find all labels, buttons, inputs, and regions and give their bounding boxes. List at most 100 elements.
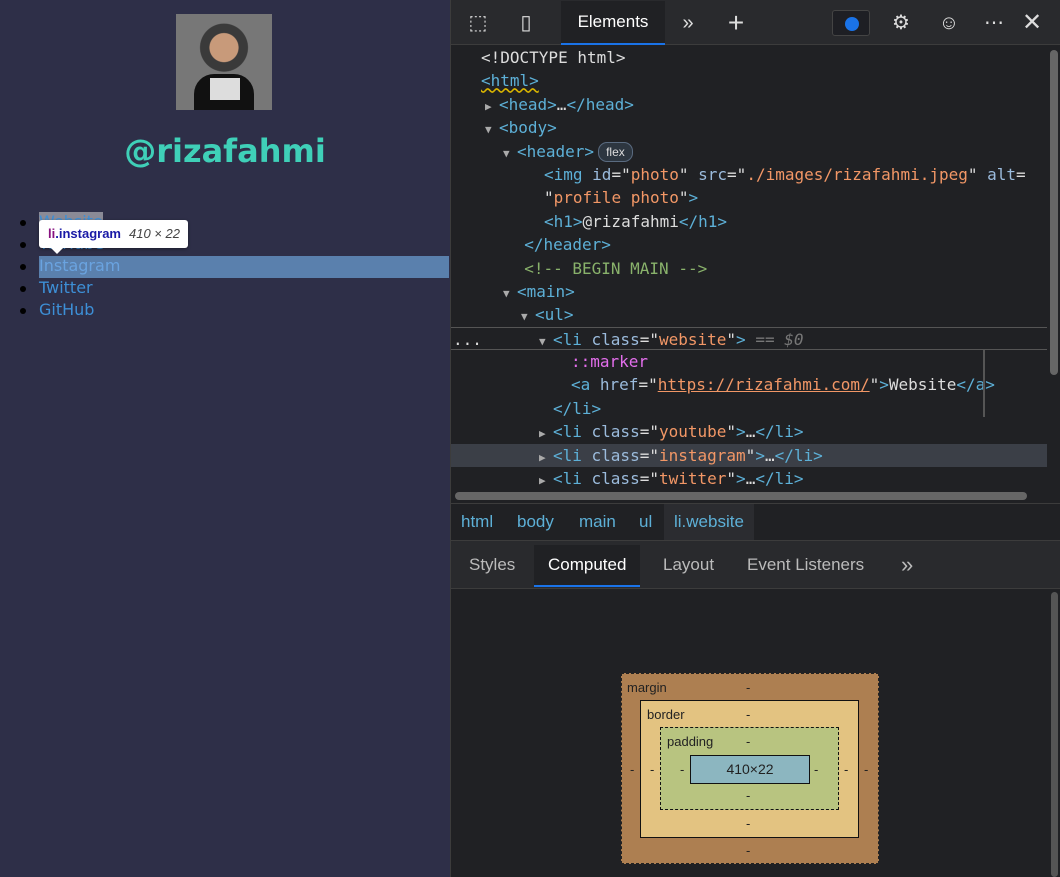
close-icon[interactable]: ✕	[1019, 10, 1045, 36]
code-token: ./images/rizafahmi.jpeg	[746, 164, 968, 184]
dom-node-line[interactable]: <!DOCTYPE html>	[451, 46, 1047, 69]
margin-bottom: -	[746, 843, 751, 858]
code-token: id	[592, 164, 612, 184]
dom-node-line[interactable]: </li>	[451, 397, 1047, 420]
code-token: alt	[987, 164, 1017, 184]
tab-computed[interactable]: Computed	[534, 545, 641, 587]
dom-node-line[interactable]: ▼ <body>	[451, 116, 1047, 139]
code-token: website	[658, 329, 727, 349]
code-token[interactable]: https://rizafahmi.com/	[658, 375, 870, 394]
breadcrumb: html body main ul li.website	[451, 503, 1060, 541]
link-github[interactable]: GitHub	[20, 300, 449, 322]
node-actions-ellipsis[interactable]: ...	[453, 328, 482, 351]
computed-scrollbar[interactable]	[1051, 592, 1058, 877]
code-token: @rizafahmi	[582, 211, 679, 231]
expand-triangle-icon[interactable]: ▶	[539, 469, 553, 492]
breadcrumb-ul[interactable]: ul	[629, 504, 662, 540]
code-token: Website	[888, 375, 957, 395]
dom-node-line[interactable]: ▶ <head>…</head>	[451, 93, 1047, 116]
collapse-triangle-icon[interactable]: ▼	[521, 305, 535, 328]
code-token: >	[879, 375, 889, 395]
code-token: </h1>	[678, 211, 728, 231]
collapse-triangle-icon[interactable]: ▼	[503, 282, 517, 305]
issues-icon	[845, 17, 859, 31]
dom-node-line[interactable]: ▼ <main>	[451, 280, 1047, 303]
dom-node-line[interactable]: ::marker	[451, 350, 1047, 373]
code-token: </header>	[524, 235, 611, 255]
dom-node-line[interactable]: ▼ <ul>	[451, 303, 1047, 326]
breadcrumb-main[interactable]: main	[569, 504, 626, 540]
dom-node-line[interactable]: <!-- BEGIN MAIN -->	[451, 257, 1047, 280]
code-token: "	[726, 422, 737, 442]
code-token: ="	[638, 375, 658, 395]
dom-node-line[interactable]: <a href="https://rizafahmi.com/">Website…	[451, 373, 1047, 396]
code-token: </li>	[553, 398, 602, 418]
dom-node-line[interactable]: <h1>@rizafahmi</h1>	[451, 210, 1047, 233]
dom-horizontal-scrollbar[interactable]	[455, 492, 1027, 500]
tooltip-class: .instagram	[55, 226, 121, 241]
tab-styles[interactable]: Styles	[455, 545, 529, 585]
code-token: "	[726, 329, 737, 349]
add-tab-icon[interactable]: +	[723, 9, 749, 37]
collapse-triangle-icon[interactable]: ▼	[503, 142, 517, 165]
code-token: photo	[630, 164, 679, 184]
breadcrumb-html[interactable]: html	[451, 504, 503, 540]
code-token: <a	[571, 375, 600, 395]
settings-icon[interactable]: ⚙	[888, 10, 914, 36]
tab-elements[interactable]: Elements	[561, 1, 665, 45]
dom-node-line[interactable]: ▶ <li class="youtube">…</li>	[451, 420, 1047, 443]
code-token: "	[544, 188, 554, 208]
code-token: twitter	[658, 469, 727, 489]
code-token: href	[599, 375, 639, 395]
code-token: $0	[784, 329, 804, 349]
devtools-toolbar: ⬚ ▯ Elements » + ⚙ ☺ ⋯ ✕	[451, 0, 1060, 45]
code-token: <li	[553, 422, 592, 442]
code-token: ="	[639, 469, 659, 489]
code-token: <ul>	[535, 305, 574, 325]
border-right: -	[844, 762, 849, 777]
collapse-triangle-icon[interactable]: ▼	[485, 118, 499, 141]
code-token: </a>	[956, 375, 995, 395]
code-token: class	[591, 422, 640, 442]
breadcrumb-body[interactable]: body	[507, 504, 564, 540]
dom-tree: <!DOCTYPE html> <html> ▶ <head>…</head> ▼ <bo…	[451, 46, 1047, 488]
dom-node-line[interactable]: ▼ <header> flex	[451, 140, 1047, 163]
more-panels-icon[interactable]: »	[887, 545, 927, 585]
dom-vertical-scrollbar[interactable]	[1050, 50, 1058, 375]
breadcrumb-li-website[interactable]: li.website	[664, 504, 754, 540]
dom-node-line[interactable]: ▶ <li class="instagram">…</li>	[451, 443, 1047, 469]
tab-event-listeners[interactable]: Event Listeners	[733, 545, 878, 585]
code-token: ="	[639, 422, 659, 442]
expand-triangle-icon[interactable]: ▶	[539, 446, 553, 469]
flex-badge[interactable]: flex	[598, 141, 633, 162]
inspect-icon[interactable]: ⬚	[465, 10, 491, 36]
code-token: "	[869, 375, 880, 395]
code-token: class	[591, 469, 640, 489]
dom-node-line[interactable]: <html>	[451, 69, 1047, 92]
link-twitter[interactable]: Twitter	[20, 278, 449, 300]
expand-triangle-icon[interactable]: ▶	[539, 422, 553, 445]
more-tabs-icon[interactable]: »	[675, 10, 701, 36]
code-token: >	[688, 188, 699, 208]
margin-top: -	[746, 680, 751, 695]
code-token: class	[591, 445, 640, 465]
dom-node-line[interactable]: ... ▼ <li class="website"> == $0	[451, 326, 1047, 351]
dom-node-line[interactable]: </header>	[451, 233, 1047, 256]
more-icon[interactable]: ⋯	[981, 10, 1007, 36]
box-content[interactable]: 410×22	[690, 755, 810, 784]
dom-node-line[interactable]: ▶ <li class="twitter">…</li>	[451, 467, 1047, 490]
code-token: profile photo	[553, 188, 679, 208]
expand-triangle-icon[interactable]: ▶	[485, 95, 499, 118]
dom-node-line[interactable]: <img id="photo" src="./images/rizafahmi.…	[451, 163, 1047, 186]
link-instagram[interactable]: Instagram	[20, 256, 449, 278]
padding-right: -	[814, 762, 819, 777]
tab-layout[interactable]: Layout	[649, 545, 728, 585]
feedback-icon[interactable]: ☺	[936, 10, 962, 36]
device-icon[interactable]: ▯	[513, 10, 539, 36]
code-token: <!DOCTYPE html>	[481, 48, 626, 67]
code-token: <main>	[517, 281, 575, 301]
border-top: -	[746, 707, 751, 722]
issues-button[interactable]	[832, 10, 870, 36]
code-token: ="	[727, 164, 747, 184]
dom-node-line[interactable]: "profile photo">	[451, 186, 1047, 209]
